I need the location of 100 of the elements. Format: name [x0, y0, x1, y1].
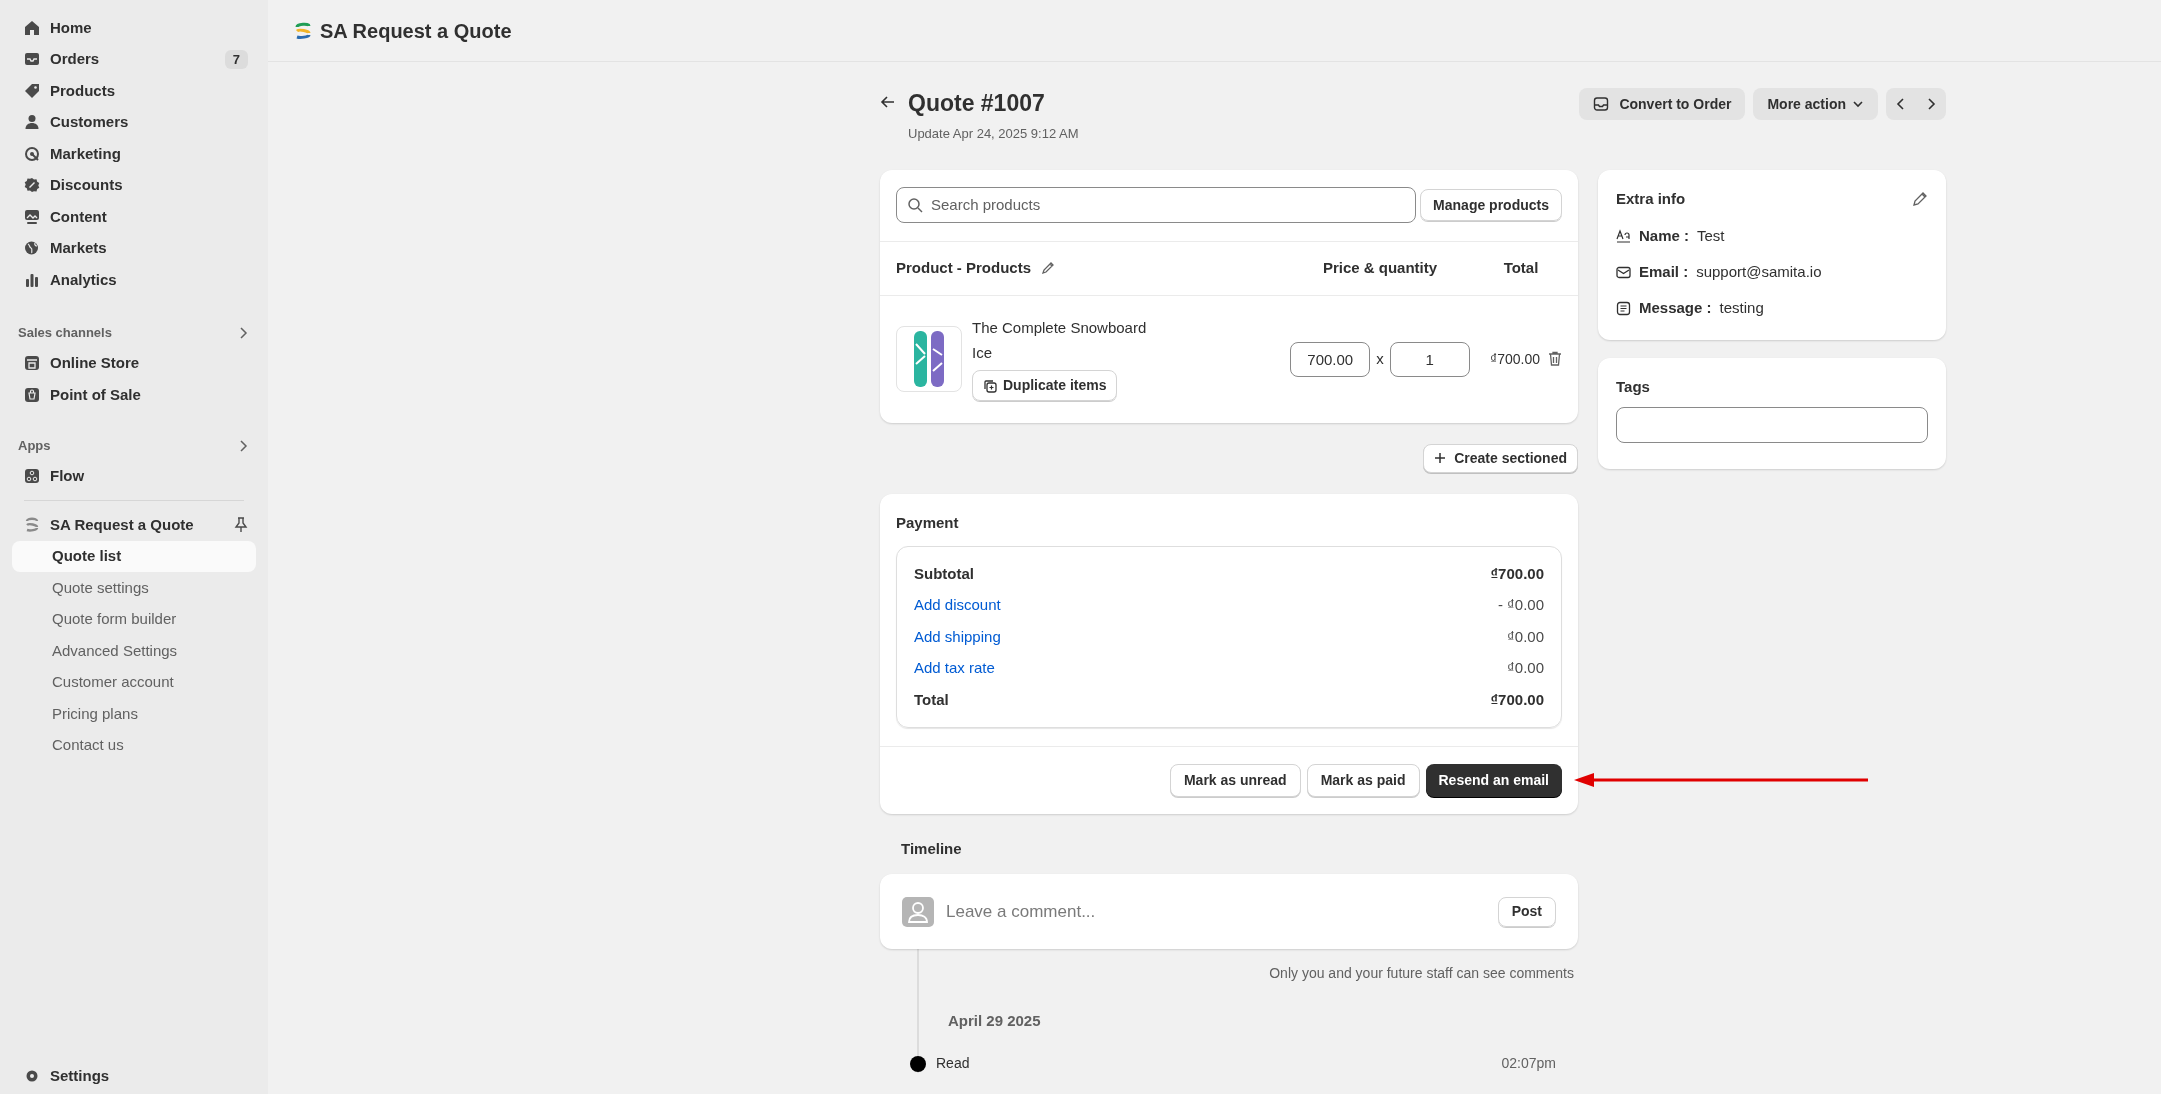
field-label: Email : — [1639, 261, 1689, 282]
duplicate-items-button[interactable]: Duplicate items — [972, 370, 1118, 401]
shopping-bag-icon — [24, 386, 40, 403]
nav-subitem[interactable]: Pricing plans — [12, 698, 256, 730]
column-header: Product - Products — [896, 257, 1031, 278]
back-button[interactable] — [880, 94, 896, 110]
nav-subitem[interactable]: Quote settings — [12, 572, 256, 604]
chevron-right-icon — [1926, 98, 1936, 110]
nav-item[interactable]: Flow — [12, 460, 256, 492]
nav-subitem[interactable]: Quote form builder — [12, 603, 256, 635]
section-title: Sales channels — [18, 323, 112, 342]
search-input[interactable]: Search products — [931, 193, 1406, 217]
store-icon — [24, 355, 40, 372]
count-badge: 7 — [224, 49, 248, 69]
action-button[interactable]: Mark as paid — [1306, 763, 1420, 797]
nav-label: Home — [50, 17, 93, 38]
globe-icon — [24, 240, 40, 257]
copy-icon — [983, 378, 997, 393]
person-icon — [24, 114, 40, 131]
nav-item[interactable]: Orders 7 — [12, 43, 256, 75]
summary-link[interactable]: Add shipping — [914, 625, 1001, 648]
chevron-down-icon — [1852, 99, 1864, 109]
summary-value: ₫700.00 — [1490, 689, 1544, 710]
product-variant: Ice — [972, 342, 993, 363]
price-field[interactable]: 700.00 — [1290, 341, 1371, 377]
nav-label: Online Store — [50, 353, 141, 373]
card-title: Tags — [1616, 377, 1651, 397]
nav-item[interactable]: Content — [12, 201, 256, 233]
avatar-icon — [902, 896, 934, 927]
nav-subitem[interactable]: Contact us — [12, 729, 256, 761]
field-value: Test — [1697, 225, 1725, 246]
chevron-right-icon — [238, 439, 248, 452]
card-title: Extra info — [1616, 188, 1686, 209]
nav-item[interactable]: Products — [12, 75, 256, 107]
trash-icon — [1548, 351, 1562, 367]
summary-label: Subtotal — [914, 563, 974, 584]
product-name: The Complete Snowboard — [972, 318, 1148, 338]
post-button[interactable]: Post — [1497, 896, 1556, 927]
chevron-right-icon — [238, 326, 248, 339]
nav-item[interactable]: Online Store — [12, 347, 256, 379]
expand-button[interactable] — [238, 326, 248, 339]
summary-link[interactable]: Add tax rate — [914, 657, 995, 680]
nav-item[interactable]: Marketing — [12, 138, 256, 170]
event-time: 02:07pm — [1501, 1054, 1556, 1073]
app-logo-icon — [294, 20, 312, 41]
nav-label: Discounts — [50, 175, 124, 195]
nav-subitem[interactable]: Quote list — [12, 540, 256, 572]
inbox-icon — [24, 51, 40, 68]
bar-chart-icon — [24, 271, 40, 288]
nav-label: Marketing — [50, 143, 122, 164]
nav-subitem[interactable]: Customer account — [12, 666, 256, 698]
comment-note: Only you and your future staff can see comments — [1269, 964, 1574, 983]
nav-item[interactable]: Home — [12, 12, 256, 44]
pencil-icon — [1912, 190, 1928, 207]
nav-label: Settings — [50, 1066, 111, 1086]
quantity-field[interactable]: 1 — [1389, 341, 1470, 377]
nav-label: Markets — [50, 238, 108, 258]
delete-button[interactable] — [1548, 351, 1562, 367]
nav-label: Point of Sale — [50, 384, 142, 405]
summary-value: ₫0.00 — [1507, 626, 1544, 647]
summary-value: ₫700.00 — [1490, 563, 1544, 584]
section-title: Payment — [896, 512, 960, 533]
section-title: Timeline — [901, 838, 963, 859]
event-label: Read — [936, 1054, 971, 1073]
plus-icon — [1434, 452, 1447, 464]
nav-item[interactable]: Customers — [12, 106, 256, 138]
app-name[interactable]: SA Request a Quote — [50, 513, 224, 536]
search-field[interactable]: Search products — [896, 187, 1417, 223]
convert-to-order-button[interactable]: Convert to Order — [1579, 88, 1746, 120]
edit-button[interactable] — [1912, 190, 1928, 207]
summary-value: ₫0.00 — [1507, 658, 1544, 678]
expand-button[interactable] — [238, 439, 248, 452]
nav-item[interactable]: Markets — [12, 232, 256, 264]
summary-link[interactable]: Add discount — [914, 594, 1001, 617]
nav-item[interactable]: Settings — [12, 1060, 256, 1092]
pencil-icon — [1041, 261, 1055, 275]
nav-label: Products — [50, 80, 116, 101]
edit-button[interactable] — [1041, 261, 1055, 275]
create-section-button[interactable]: Create sectioned — [1423, 443, 1578, 473]
note-icon — [1616, 300, 1631, 316]
comment-box[interactable]: Leave a comment... Post — [880, 874, 1578, 949]
nav-item[interactable]: Analytics — [12, 264, 256, 296]
timeline-date: April 29 2025 — [948, 1011, 1042, 1031]
chevron-left-icon — [1896, 98, 1906, 110]
comment-field[interactable]: Leave a comment... — [946, 898, 1486, 925]
text-format-icon — [1616, 228, 1631, 244]
search-icon — [907, 197, 923, 213]
nav-label: Content — [50, 206, 108, 227]
nav-item[interactable]: Discounts — [12, 169, 256, 201]
tags-field[interactable] — [1616, 406, 1928, 443]
discount-icon — [24, 177, 40, 194]
line-total: ₫700.00 — [1490, 349, 1540, 369]
app-logo-icon — [24, 516, 40, 533]
more-action-button[interactable]: More action — [1753, 88, 1878, 120]
action-button[interactable]: Resend an email — [1425, 763, 1562, 797]
nav-subitem[interactable]: Advanced Settings — [12, 635, 256, 667]
pin-icon — [234, 516, 248, 533]
action-button[interactable]: Mark as unread — [1169, 763, 1301, 797]
manage-products-button[interactable]: Manage products — [1420, 189, 1562, 221]
nav-item[interactable]: Point of Sale — [12, 379, 256, 411]
